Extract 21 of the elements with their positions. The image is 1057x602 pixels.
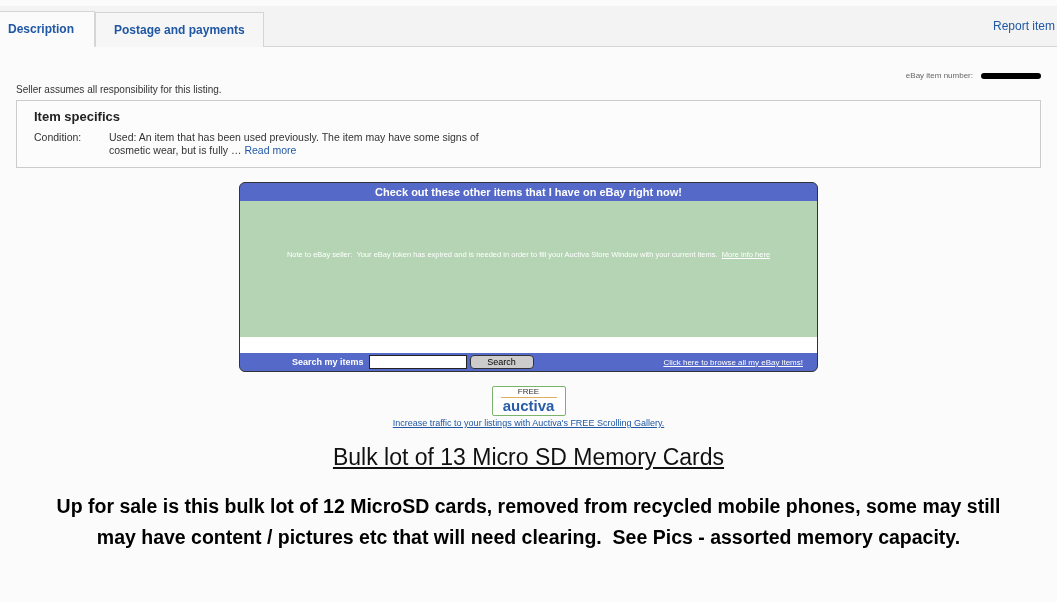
- badge-label: FREE: [500, 387, 557, 398]
- gallery-link[interactable]: Increase traffic to your listings with Auctiva's FREE Scrolling Gallery.: [392, 418, 665, 428]
- section-title: Item specifics: [34, 109, 121, 124]
- tab[interactable]: Description: [0, 11, 95, 47]
- auctiva-badge[interactable]: FREE auctiva: [491, 386, 566, 416]
- seller-note: Seller assumes all responsibility for this listing.: [16, 84, 223, 95]
- search-button[interactable]: Search: [469, 355, 534, 369]
- listing-title: Bulk lot of 13 Micro SD Memory Cards: [332, 444, 725, 471]
- tab[interactable]: Postage and payments: [95, 12, 264, 47]
- auctiva-logo: auctiva: [502, 398, 555, 414]
- spec-value: Used: An item that has been used previously. The item may have some signs of cosmetic wear, but is fully … Read more: [109, 131, 480, 157]
- search-field[interactable]: [368, 355, 467, 369]
- store-title: Check out these other items that I have on eBay right now!: [374, 185, 683, 200]
- read-more-link[interactable]: Read more: [244, 144, 297, 156]
- listing-description: Up for sale is this bulk lot of 12 MicroSD cards, removed from recycled mobile phones, some may still may have content / pictures etc that will need clearing. See Pics - assorted memory capacity.: [55, 494, 1002, 550]
- report-item-link[interactable]: Report item: [992, 19, 1055, 33]
- search-label: Search my items: [292, 357, 364, 367]
- item-number-label: eBay item number:: [905, 71, 973, 80]
- redaction-bar: [981, 72, 1041, 79]
- browse-link[interactable]: Click here to browse all my eBay items!: [663, 357, 803, 367]
- spec-label: Condition:: [34, 131, 83, 145]
